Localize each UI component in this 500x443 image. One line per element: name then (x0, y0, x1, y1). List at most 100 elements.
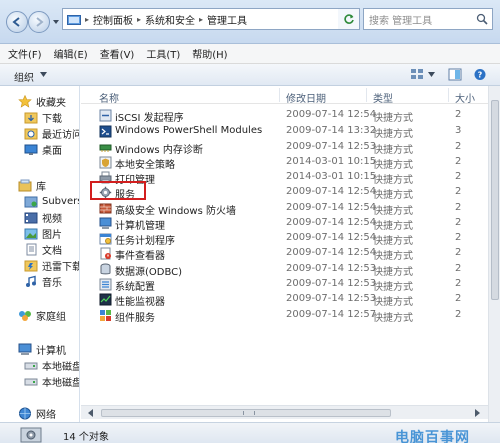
forward-arrow-icon (36, 17, 44, 27)
component-services-icon (100, 310, 111, 321)
file-row-powershell[interactable]: Windows PowerShell Modules 2009-07-14 13… (81, 124, 488, 140)
file-size: 2 (455, 278, 462, 289)
file-row-computer-management[interactable]: 计算机管理 2009-07-14 12:54 快捷方式 2 (81, 216, 488, 232)
change-view-icon[interactable] (410, 68, 424, 81)
nav-local-disk-c[interactable]: 本地磁盘 (24, 358, 79, 373)
search-input[interactable]: 搜索 管理工具 (363, 8, 493, 30)
menu-bar: 文件(F) 编辑(E) 查看(V) 工具(T) 帮助(H) (0, 44, 500, 64)
event-viewer-icon (100, 247, 111, 260)
file-row-memory-diagnostic[interactable]: Windows 内存诊断 2009-07-14 12:53 快捷方式 2 (81, 140, 488, 156)
refresh-icon (343, 14, 354, 24)
file-type: 快捷方式 (373, 297, 413, 308)
view-dropdown-icon[interactable] (428, 72, 435, 77)
file-size: 2 (455, 141, 462, 152)
file-type: 快捷方式 (373, 160, 413, 171)
organize-button[interactable]: 组织 (14, 69, 34, 84)
file-name: 数据源(ODBC) (115, 267, 183, 278)
history-dropdown-icon[interactable] (52, 18, 60, 26)
menu-edit[interactable]: 编辑(E) (54, 46, 88, 61)
breadcrumb-separator: ▸ (137, 14, 142, 24)
nav-subversion[interactable]: Subvers (24, 194, 79, 209)
column-separator[interactable] (448, 88, 449, 102)
nav-network[interactable]: 网络 (18, 406, 56, 421)
file-name: 任务计划程序 (115, 236, 175, 247)
column-separator[interactable] (366, 88, 367, 102)
file-name: 本地安全策略 (115, 160, 175, 171)
refresh-button[interactable] (338, 8, 360, 30)
nav-local-disk-d[interactable]: 本地磁盘 (24, 374, 79, 389)
file-row-odbc[interactable]: 数据源(ODBC) 2009-07-14 12:53 快捷方式 2 (81, 262, 488, 278)
file-date: 2009-07-14 12:54 (286, 186, 377, 197)
column-header-name[interactable]: 名称 (99, 90, 119, 105)
search-icon[interactable] (476, 13, 488, 25)
nav-label: 音乐 (42, 278, 62, 289)
file-date: 2009-07-14 12:53 (286, 278, 377, 289)
services-highlight-box (90, 181, 146, 200)
homegroup-icon (19, 311, 31, 321)
file-size: 2 (455, 247, 462, 258)
back-button[interactable] (6, 11, 28, 33)
scroll-right-icon[interactable] (474, 409, 481, 417)
organize-dropdown-icon[interactable] (40, 72, 47, 77)
nav-computer[interactable]: 计算机 (18, 342, 66, 357)
nav-music[interactable]: 音乐 (24, 274, 62, 289)
nav-label: 网络 (36, 410, 56, 421)
file-row-iscsi[interactable]: iSCSI 发起程序 2009-07-14 12:54 快捷方式 2 (81, 108, 488, 124)
file-row-event-viewer[interactable]: 事件查看器 2009-07-14 12:54 快捷方式 2 (81, 246, 488, 262)
iscsi-icon (99, 109, 112, 122)
nav-documents[interactable]: 文档 (24, 242, 62, 257)
documents-icon (26, 243, 37, 256)
performance-monitor-icon (99, 293, 112, 306)
file-size: 2 (455, 293, 462, 304)
file-name: Windows 内存诊断 (115, 145, 203, 156)
search-placeholder: 搜索 管理工具 (369, 15, 433, 27)
file-row-system-configuration[interactable]: 系统配置 2009-07-14 12:53 快捷方式 2 (81, 277, 488, 293)
breadcrumb-admin-tools[interactable]: 管理工具 (207, 12, 247, 27)
file-name: 计算机管理 (115, 221, 165, 232)
file-name: 事件查看器 (115, 251, 165, 262)
menu-tools[interactable]: 工具(T) (146, 46, 180, 61)
file-type: 快捷方式 (373, 221, 413, 232)
menu-view[interactable]: 查看(V) (100, 46, 135, 61)
help-icon[interactable]: ? (473, 68, 487, 81)
column-header-size[interactable]: 大小 (455, 90, 475, 105)
nav-videos[interactable]: 视频 (24, 210, 62, 225)
breadcrumb-control-panel[interactable]: 控制面板 (93, 12, 133, 27)
nav-pictures[interactable]: 图片 (24, 226, 62, 241)
preview-pane-icon[interactable] (448, 68, 462, 81)
nav-label: 计算机 (36, 346, 66, 357)
scroll-left-icon[interactable] (87, 409, 94, 417)
nav-homegroup[interactable]: 家庭组 (18, 308, 66, 323)
breadcrumb[interactable]: ▸ 控制面板 ▸ 系统和安全 ▸ 管理工具 (62, 8, 354, 30)
vertical-scroll-thumb[interactable] (491, 100, 499, 300)
file-row-local-security-policy[interactable]: 本地安全策略 2014-03-01 10:15 快捷方式 2 (81, 155, 488, 171)
file-type: 快捷方式 (373, 313, 413, 324)
file-row-performance-monitor[interactable]: 性能监视器 2009-07-14 12:53 快捷方式 2 (81, 292, 488, 308)
menu-help[interactable]: 帮助(H) (192, 46, 227, 61)
column-header-date[interactable]: 修改日期 (286, 90, 326, 105)
breadcrumb-system-security[interactable]: 系统和安全 (145, 12, 195, 27)
nav-desktop[interactable]: 桌面 (24, 142, 62, 157)
file-list: iSCSI 发起程序 2009-07-14 12:54 快捷方式 2 Windo… (81, 105, 488, 405)
file-type: 快捷方式 (373, 129, 413, 140)
computer-management-icon (99, 217, 112, 229)
nav-recent[interactable]: 最近访问 (24, 126, 79, 141)
nav-xunlei[interactable]: 迅雷下载 (24, 258, 79, 273)
nav-libraries[interactable]: 库 (18, 178, 46, 193)
vertical-scrollbar[interactable] (488, 86, 500, 422)
nav-favorites[interactable]: 收藏夹 (18, 94, 66, 109)
breadcrumb-separator: ▸ (85, 14, 90, 24)
file-row-firewall[interactable]: 高级安全 Windows 防火墙 2009-07-14 12:54 快捷方式 2 (81, 201, 488, 217)
system-config-icon (99, 278, 112, 291)
nav-downloads[interactable]: 下载 (24, 110, 62, 125)
column-header-type[interactable]: 类型 (373, 90, 393, 105)
file-type: 快捷方式 (373, 251, 413, 262)
nav-label: 收藏夹 (36, 98, 66, 109)
file-row-task-scheduler[interactable]: 任务计划程序 2009-07-14 12:54 快捷方式 2 (81, 231, 488, 247)
forward-button[interactable] (28, 11, 50, 33)
file-row-component-services[interactable]: 组件服务 2009-07-14 12:57 快捷方式 2 (81, 308, 488, 324)
horizontal-scrollbar[interactable] (81, 405, 488, 419)
address-bar-area: ▸ 控制面板 ▸ 系统和安全 ▸ 管理工具 搜索 管理工具 (0, 0, 500, 44)
column-separator[interactable] (279, 88, 280, 102)
menu-file[interactable]: 文件(F) (8, 46, 42, 61)
